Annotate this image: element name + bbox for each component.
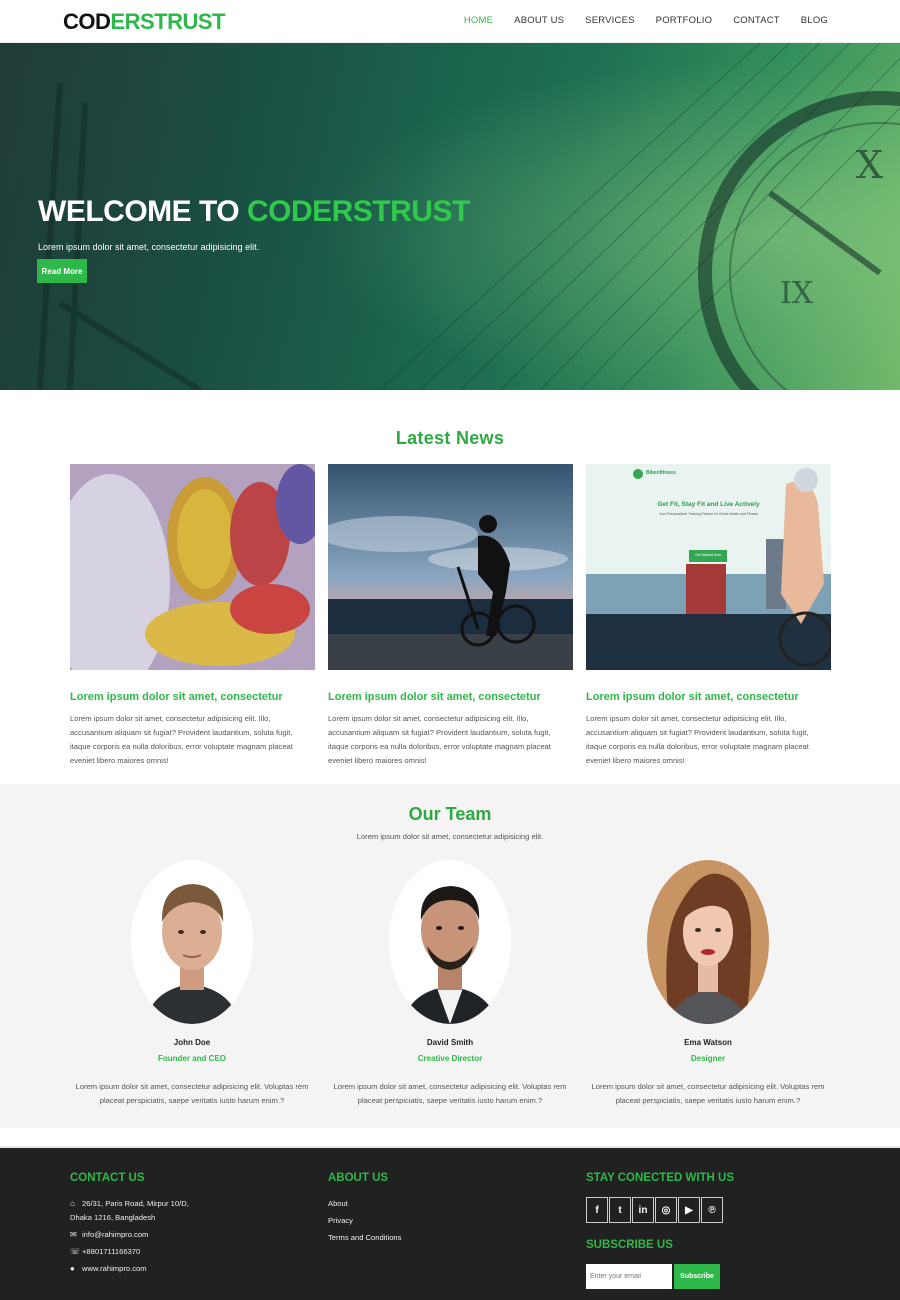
member-bio: Lorem ipsum dolor sit amet, consectetur … [591,1082,825,1105]
news-card-title[interactable]: Lorem ipsum dolor sit amet, consectetur [70,691,315,703]
member-name: David Smith [426,1038,474,1047]
member-bio: Lorem ipsum dolor sit amet, consectetur … [333,1082,567,1105]
avatar [389,860,511,1024]
address-line-1: 26/31, Paris Road, Mirpur 10/D, [82,1199,189,1208]
hero-title: WELCOME TO CODERSTRUST [38,195,470,229]
footer-connect-title: STAY CONECTED WITH US [586,1172,735,1184]
nav-services[interactable]: SERVICES [585,15,634,26]
team-member: Ema Watson Designer Lorem ipsum dolor si… [583,860,833,1108]
avatar [131,860,253,1024]
footer-web[interactable]: ● www.rahimpro.com [70,1264,147,1273]
footer-about-title: ABOUT US [328,1172,389,1184]
news-card-text: Lorem ipsum dolor sit amet, consectetur … [70,714,293,765]
nav-portfolio[interactable]: PORTFOLIO [656,15,713,26]
news-card[interactable]: Lorem ipsum dolor sit amet, consectetur … [70,464,315,768]
footer-phone[interactable]: ☏ +8801711166370 [70,1247,140,1256]
phone-icon: ☏ [70,1247,81,1256]
news-image-fitness-site[interactable]: Bikenfitness Get Fit, Stay Fit and Live … [586,464,831,670]
footer-link-about[interactable]: About [328,1199,348,1208]
nav-blog[interactable]: BLOG [801,15,828,26]
member-name: John Doe [173,1038,211,1047]
nav-contact[interactable]: CONTACT [733,15,780,26]
hero-title-white: WELCOME TO [38,195,247,228]
footer-subscribe-title: SUBSCRIBE US [586,1239,673,1251]
mock-site-button: Get Started Now [695,553,721,557]
footer-address-2: Dhaka 1216, Bangladesh [70,1213,155,1222]
mock-site-sub: Your Personalized Training Partner for G… [658,512,759,516]
hero-subtitle: Lorem ipsum dolor sit amet, consectetur … [38,242,260,252]
nav-about-us[interactable]: ABOUT US [514,15,564,26]
facebook-icon[interactable]: f [586,1197,608,1223]
team-section-subtitle: Lorem ipsum dolor sit amet, consectetur … [356,832,544,841]
news-card[interactable]: Lorem ipsum dolor sit amet, consectetur … [328,464,573,768]
social-links: f t in ◎ ▶ ℗ [586,1197,723,1223]
news-image-cyclist[interactable] [328,464,573,670]
nav-home[interactable]: HOME [464,15,493,26]
footer: CONTACT US ⌂ 26/31, Paris Road, Mirpur 1… [0,1146,900,1300]
envelope-icon: ✉ [70,1230,77,1239]
home-icon: ⌂ [70,1199,75,1208]
logo-part-dark: COD [63,9,111,34]
mock-site-logo: Bikenfitness [646,470,676,476]
news-card-title[interactable]: Lorem ipsum dolor sit amet, consectetur [328,691,573,703]
team-section: Our Team Lorem ipsum dolor sit amet, con… [0,784,900,1128]
subscribe-email-input[interactable] [586,1264,672,1289]
hero-banner: X IX WELCOME TO CODERSTRUST Lorem ipsum … [0,43,900,390]
member-bio: Lorem ipsum dolor sit amet, consectetur … [75,1082,309,1105]
twitter-icon[interactable]: t [609,1197,631,1223]
instagram-icon[interactable]: ◎ [655,1197,677,1223]
news-card-text: Lorem ipsum dolor sit amet, consectetur … [328,714,551,765]
subscribe-button[interactable]: Subscribe [674,1264,720,1289]
youtube-icon[interactable]: ▶ [678,1197,700,1223]
footer-contact-title: CONTACT US [70,1172,145,1184]
footer-email[interactable]: ✉ info@rahimpro.com [70,1230,148,1239]
team-section-title: Our Team [408,804,492,824]
footer-link-privacy[interactable]: Privacy [328,1216,353,1225]
globe-icon: ● [70,1264,75,1273]
news-card-text: Lorem ipsum dolor sit amet, consectetur … [586,714,809,765]
team-member: John Doe Founder and CEO Lorem ipsum dol… [67,860,317,1108]
footer-address: ⌂ 26/31, Paris Road, Mirpur 10/D, [70,1199,189,1208]
news-image-beads[interactable] [70,464,315,670]
phone-text[interactable]: +8801711166370 [82,1247,140,1256]
logo[interactable]: CODERSTRUST [63,9,225,35]
web-text[interactable]: www.rahimpro.com [82,1264,147,1273]
logo-part-green: ERSTRUST [110,9,225,34]
read-more-button[interactable]: Read More [37,259,87,283]
footer-link-terms[interactable]: Terms and Conditions [328,1233,401,1242]
avatar [647,860,769,1024]
linkedin-icon[interactable]: in [632,1197,654,1223]
news-card-title[interactable]: Lorem ipsum dolor sit amet, consectetur [586,691,831,703]
member-name: Ema Watson [684,1038,732,1047]
news-section-title: Latest News [395,428,505,448]
member-role: Founder and CEO [158,1054,226,1063]
address-line-2: Dhaka 1216, Bangladesh [70,1213,156,1222]
navbar: CODERSTRUST HOME ABOUT US SERVICES PORTF… [0,0,900,43]
hero-title-green: CODERSTRUST [246,195,470,228]
member-role: Designer [690,1054,726,1063]
team-member: David Smith Creative Director Lorem ipsu… [325,860,575,1108]
main-nav: HOME ABOUT US SERVICES PORTFOLIO CONTACT… [443,15,828,26]
pinterest-icon[interactable]: ℗ [701,1197,723,1223]
mock-site-heading: Get Fit, Stay Fit and Live Actively [657,501,760,508]
member-role: Creative Director [417,1054,483,1063]
news-card[interactable]: Bikenfitness Get Fit, Stay Fit and Live … [586,464,831,768]
email-text[interactable]: info@rahimpro.com [82,1230,148,1239]
